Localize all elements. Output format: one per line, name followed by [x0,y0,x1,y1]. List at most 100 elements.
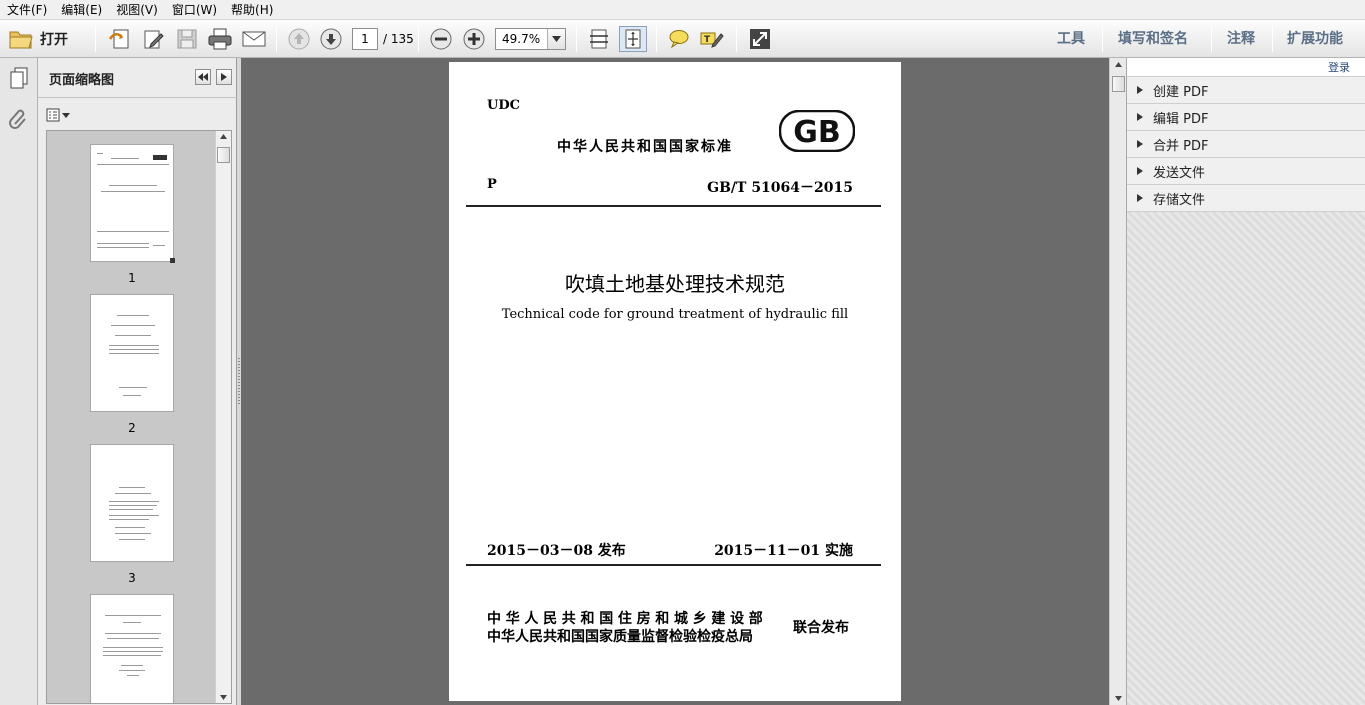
arrow-up-circle-icon [287,27,311,51]
thumbnail-number: 1 [128,271,136,285]
double-chevron-left-icon [198,73,208,81]
menu-edit[interactable]: 编辑(E) [54,0,109,20]
thumbnail-options-button[interactable] [46,106,72,124]
send-file-item[interactable]: 发送文件 [1127,158,1365,185]
menu-bar: 文件(F) 编辑(E) 视图(V) 窗口(W) 帮助(H) [0,0,1365,20]
menu-window[interactable]: 窗口(W) [165,0,224,20]
store-file-item[interactable]: 存储文件 [1127,185,1365,212]
gb-logo-icon: GB [779,110,855,152]
arrow-down-circle-icon [319,27,343,51]
bottom-rule [466,564,881,566]
navigation-pane [0,58,38,705]
expand-icon [748,27,772,51]
create-pdf-icon [108,27,132,51]
thumbnail-number: 2 [128,421,136,435]
menu-view[interactable]: 视图(V) [109,0,165,20]
zoom-select[interactable]: 49.7% [495,28,566,50]
thumbnail-number: 3 [128,571,136,585]
document-scroll-thumb[interactable] [1112,76,1125,92]
triangle-right-icon [1137,167,1143,175]
triangle-right-icon [1137,194,1143,202]
scroll-up-icon [1115,62,1122,67]
document-scrollbar[interactable] [1109,58,1126,705]
menu-file[interactable]: 文件(F) [0,0,54,20]
combine-pdf-item[interactable]: 合并 PDF [1127,131,1365,158]
thumbnail-list[interactable]: 1 2 3 [46,130,232,704]
speech-bubble-icon [667,28,691,50]
open-button[interactable]: 打开 [8,26,88,52]
chevron-down-icon[interactable] [547,29,565,49]
triangle-right-icon [1137,113,1143,121]
email-button[interactable] [240,26,268,52]
document-title: 吹填土地基处理技术规范 [565,272,785,296]
fit-width-button[interactable] [586,26,612,52]
document-page: UDC 中华人民共和国国家标准 GB P GB/T 51064－2015 吹填土… [449,62,901,701]
thumbnail-page-1[interactable] [90,144,175,263]
list-options-icon [46,108,60,122]
next-page-button[interactable] [318,26,344,52]
document-view[interactable]: UDC 中华人民共和国国家标准 GB P GB/T 51064－2015 吹填土… [241,58,1109,705]
thumbnail-page-3[interactable] [90,444,174,562]
expand-panel-button[interactable] [216,69,232,85]
triangle-right-icon [1137,86,1143,94]
zoom-value: 49.7% [502,32,541,46]
floppy-icon [176,28,198,50]
pencil-page-icon [142,27,166,51]
thumbnail-scroll-thumb[interactable] [217,147,230,163]
save-button[interactable] [174,26,200,52]
comment-link[interactable]: 注释 [1227,29,1255,49]
collapse-panel-button[interactable] [195,69,211,85]
create-pdf-button[interactable] [106,26,134,52]
extend-link[interactable]: 扩展功能 [1287,29,1343,49]
scroll-down-icon [220,695,227,700]
zoom-out-button[interactable] [428,26,454,52]
document-subtitle: Technical code for ground treatment of h… [501,307,849,322]
open-label: 打开 [40,32,68,48]
create-pdf-item[interactable]: 创建 PDF [1127,77,1365,104]
thumbnail-page-2[interactable] [90,294,174,412]
svg-text:GB: GB [793,115,841,150]
standard-name: 中华人民共和国国家标准 [557,139,733,155]
fit-page-button[interactable] [619,26,647,52]
task-list: 创建 PDF 编辑 PDF 合并 PDF 发送文件 存储文件 [1127,77,1365,212]
login-link[interactable]: 登录 [1127,58,1365,77]
thumbnail-panel: 页面缩略图 1 2 3 [38,58,237,705]
edit-button[interactable] [140,26,168,52]
joint-issue-label: 联合发布 [793,620,849,636]
previous-page-button[interactable] [286,26,312,52]
chevron-right-icon [221,73,227,81]
top-rule [466,205,881,207]
toolbar: 打开 1 / 135 49.7% T 工具 填写和签名 注释 扩展功能 [0,20,1365,58]
triangle-right-icon [1137,140,1143,148]
menu-help[interactable]: 帮助(H) [224,0,280,20]
fit-width-icon [588,27,610,51]
attachment-icon[interactable] [8,108,30,132]
scroll-down-icon [1115,696,1122,701]
envelope-icon [241,29,267,49]
plus-circle-icon [462,27,486,51]
folder-icon [8,28,34,50]
thumbnail-scrollbar[interactable] [215,131,231,703]
thumbnail-title: 页面缩略图 [49,73,115,88]
full-screen-button[interactable] [746,26,774,52]
category-code: P [487,177,497,192]
svg-text:T: T [704,35,711,45]
standard-code: GB/T 51064－2015 [707,180,853,196]
highlighter-icon: T [699,28,725,50]
comment-button[interactable] [666,26,692,52]
tools-link[interactable]: 工具 [1057,29,1085,49]
minus-circle-icon [429,27,453,51]
implementation-date: 2015－11－01 实施 [714,543,853,559]
issuing-org-2: 中华人民共和国国家质量监督检验检疫总局 [487,629,753,645]
page-total: / 135 [383,32,414,46]
zoom-in-button[interactable] [461,26,487,52]
page-thumbnails-icon[interactable] [8,66,30,90]
issue-date: 2015－03－08 发布 [487,543,626,559]
highlight-text-button[interactable]: T [698,26,726,52]
thumbnail-page-4[interactable] [90,594,174,703]
fill-sign-link[interactable]: 填写和签名 [1118,29,1188,49]
page-number-input[interactable]: 1 [352,28,378,50]
edit-pdf-item[interactable]: 编辑 PDF [1127,104,1365,131]
task-pane: 登录 创建 PDF 编辑 PDF 合并 PDF 发送文件 存储文件 [1126,58,1365,705]
print-button[interactable] [206,26,234,52]
